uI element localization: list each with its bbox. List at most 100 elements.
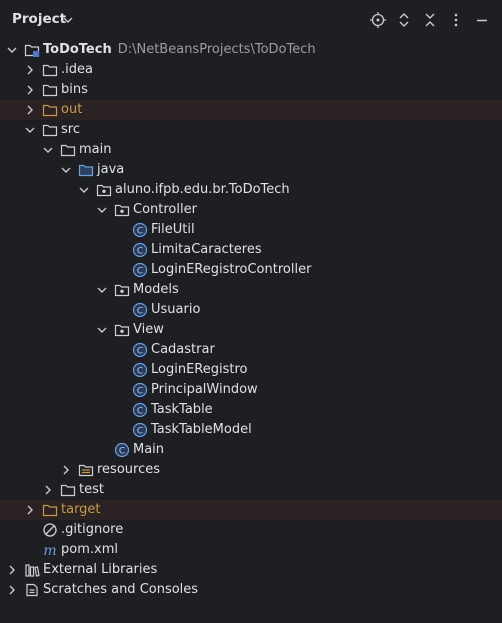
- tree-item-main[interactable]: main: [0, 140, 502, 160]
- tree-item-scratches[interactable]: Scratches and Consoles: [0, 580, 502, 600]
- folder-icon: [42, 82, 58, 98]
- maven-icon: [42, 542, 58, 558]
- tree-item-bins[interactable]: bins: [0, 80, 502, 100]
- tree-item-label: Models: [133, 282, 179, 297]
- tree-item-label: PrincipalWindow: [151, 382, 258, 397]
- chevron-down-icon[interactable]: [6, 44, 18, 56]
- java-class-icon: [132, 302, 148, 318]
- java-class-icon: [132, 342, 148, 358]
- resources-folder-icon: [78, 462, 94, 478]
- chevron-down-icon[interactable]: [78, 184, 90, 196]
- tree-item-cadastrar[interactable]: Cadastrar: [0, 340, 502, 360]
- chevron-down-icon[interactable]: [96, 204, 108, 216]
- tree-item-limita[interactable]: LimitaCaracteres: [0, 240, 502, 260]
- tree-item-out[interactable]: out: [0, 100, 502, 120]
- expand-icon[interactable]: [396, 12, 412, 28]
- chevron-right-icon[interactable]: [24, 504, 36, 516]
- chevron-down-icon[interactable]: [96, 324, 108, 336]
- tree-item-fileutil[interactable]: FileUtil: [0, 220, 502, 240]
- tree-item-pom[interactable]: pom.xml: [0, 540, 502, 560]
- tree-item-controller[interactable]: Controller: [0, 200, 502, 220]
- tree-item-label: TaskTable: [151, 402, 213, 417]
- excluded-folder-icon: [42, 502, 58, 518]
- project-header: Project: [0, 0, 502, 40]
- tree-item-main-class[interactable]: Main: [0, 440, 502, 460]
- tree-item-label: FileUtil: [151, 222, 195, 237]
- tree-item-loginreg[interactable]: LoginERegistro: [0, 360, 502, 380]
- tree-item-label: .gitignore: [61, 522, 124, 537]
- tree-item-label: test: [79, 482, 104, 497]
- folder-icon: [60, 142, 76, 158]
- tree-item-label: LimitaCaracteres: [151, 242, 262, 257]
- tree-item-label: target: [61, 502, 101, 517]
- tree-item-root-label: ToDoTech D:\NetBeansProjects\ToDoTech: [43, 42, 316, 57]
- collapse-icon[interactable]: [422, 12, 438, 28]
- chevron-right-icon[interactable]: [24, 64, 36, 76]
- tree-item-label: java: [97, 162, 125, 177]
- chevron-down-icon[interactable]: [42, 144, 54, 156]
- tree-item-label: src: [61, 122, 80, 137]
- tree-item-gitignore[interactable]: .gitignore: [0, 520, 502, 540]
- tree-item-resources[interactable]: resources: [0, 460, 502, 480]
- chevron-down-icon[interactable]: [24, 124, 36, 136]
- tree-item-label: External Libraries: [43, 562, 158, 577]
- chevron-right-icon[interactable]: [24, 104, 36, 116]
- source-folder-icon: [78, 162, 94, 178]
- tree-item-label: Scratches and Consoles: [43, 582, 199, 597]
- tree-item-models[interactable]: Models: [0, 280, 502, 300]
- tree-item-loginreg-controller[interactable]: LoginERegistroController: [0, 260, 502, 280]
- tree-item-label: .idea: [61, 62, 93, 77]
- tree-item-label: out: [61, 102, 83, 117]
- minimize-icon[interactable]: [474, 12, 490, 28]
- tree-item-src[interactable]: src: [0, 120, 502, 140]
- tree-item-label: bins: [61, 82, 88, 97]
- java-class-icon: [132, 382, 148, 398]
- chevron-down-icon[interactable]: [96, 284, 108, 296]
- chevron-down-icon[interactable]: [62, 14, 74, 30]
- tree-item-external-libraries[interactable]: External Libraries: [0, 560, 502, 580]
- java-class-icon: [132, 222, 148, 238]
- tree-item-label: Cadastrar: [151, 342, 215, 357]
- chevron-down-icon[interactable]: [60, 164, 72, 176]
- package-icon: [114, 282, 130, 298]
- tree-item-label: resources: [97, 462, 161, 477]
- tree-item-label: LoginERegistroController: [151, 262, 312, 277]
- more-icon[interactable]: [448, 12, 464, 28]
- tree-item-principal[interactable]: PrincipalWindow: [0, 380, 502, 400]
- excluded-folder-icon: [42, 102, 58, 118]
- tree-item-package[interactable]: aluno.ifpb.edu.br.ToDoTech: [0, 180, 502, 200]
- folder-icon: [42, 62, 58, 78]
- project-title[interactable]: Project: [12, 11, 66, 27]
- package-icon: [114, 202, 130, 218]
- tree-item-label: TaskTableModel: [151, 422, 252, 437]
- tree-item-label: pom.xml: [61, 542, 118, 557]
- java-class-icon: [132, 402, 148, 418]
- tree-item-idea[interactable]: .idea: [0, 60, 502, 80]
- chevron-right-icon[interactable]: [42, 484, 54, 496]
- crosshair-icon[interactable]: [370, 12, 386, 28]
- chevron-right-icon[interactable]: [6, 584, 18, 596]
- folder-icon: [42, 122, 58, 138]
- java-class-icon: [132, 262, 148, 278]
- tree-item-label: LoginERegistro: [151, 362, 248, 377]
- chevron-right-icon[interactable]: [24, 84, 36, 96]
- tree-item-usuario[interactable]: Usuario: [0, 300, 502, 320]
- java-class-icon: [132, 422, 148, 438]
- tree-item-tasktablemodel[interactable]: TaskTableModel: [0, 420, 502, 440]
- tree-item-label: View: [133, 322, 164, 337]
- root-path: D:\NetBeansProjects\ToDoTech: [117, 42, 316, 57]
- tree-item-test[interactable]: test: [0, 480, 502, 500]
- chevron-right-icon[interactable]: [60, 464, 72, 476]
- tree-item-view[interactable]: View: [0, 320, 502, 340]
- tree-item-label: Controller: [133, 202, 197, 217]
- chevron-right-icon[interactable]: [6, 564, 18, 576]
- tree-item-java[interactable]: java: [0, 160, 502, 180]
- tree-item-root[interactable]: ToDoTech D:\NetBeansProjects\ToDoTech: [0, 40, 502, 60]
- tree-item-label: Usuario: [151, 302, 201, 317]
- package-icon: [96, 182, 112, 198]
- tree-item-target[interactable]: target: [0, 500, 502, 520]
- tree-item-label: main: [79, 142, 112, 157]
- tree-item-label: aluno.ifpb.edu.br.ToDoTech: [115, 182, 290, 197]
- java-class-icon: [132, 362, 148, 378]
- tree-item-tasktable[interactable]: TaskTable: [0, 400, 502, 420]
